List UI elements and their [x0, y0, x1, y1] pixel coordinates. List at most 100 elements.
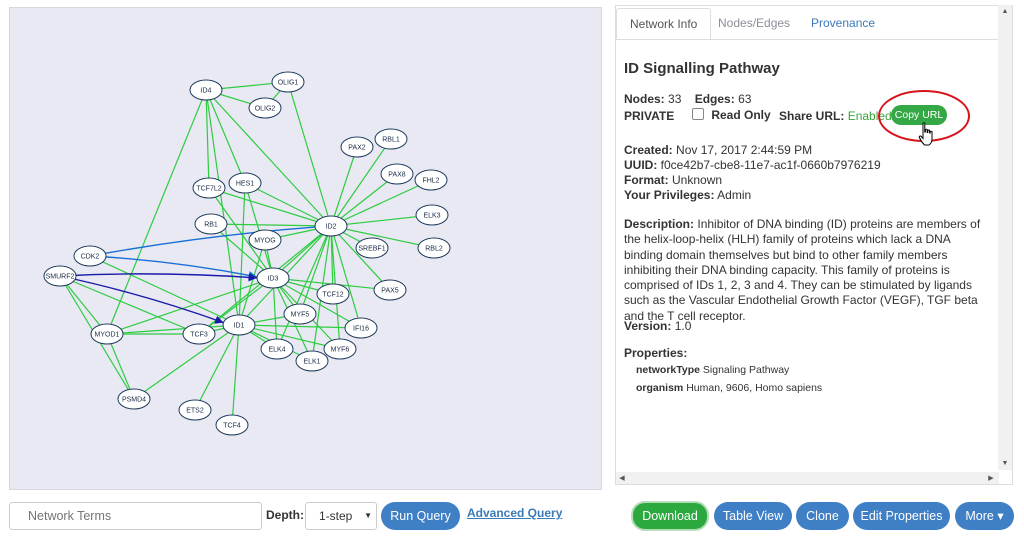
edge-id1-tcf4[interactable]: [231, 324, 240, 426]
network-graph-svg[interactable]: ID4 OLIG1 OLIG2 PAX2 RBL1 PAX8 FHL2 TCF7L2 HES1 E…: [10, 8, 603, 491]
node-id1[interactable]: ID1: [222, 314, 256, 336]
node-label: RB1: [204, 222, 218, 229]
node-myf5[interactable]: MYF5: [283, 303, 317, 325]
version-row: Version: 1.0: [624, 319, 691, 333]
edge-id2-ifi16[interactable]: [330, 225, 362, 329]
depth-select[interactable]: 1-step ▼: [305, 502, 377, 530]
node-id4[interactable]: ID4: [189, 79, 223, 101]
edit-properties-button[interactable]: Edit Properties: [853, 502, 950, 530]
node-tcf12[interactable]: TCF12: [316, 283, 350, 305]
edge-smurf2-tcf3[interactable]: [59, 275, 200, 335]
privileges-value: Admin: [717, 188, 752, 202]
node-tcf4[interactable]: TCF4: [215, 414, 249, 436]
node-elk1[interactable]: ELK1: [295, 350, 329, 372]
advanced-query-link[interactable]: Advanced Query: [467, 506, 562, 520]
node-pax2[interactable]: PAX2: [340, 136, 374, 158]
node-myf6[interactable]: MYF6: [323, 338, 357, 360]
uuid-value: f0ce42b7-cbe8-11e7-ac1f-0660b7976219: [660, 158, 881, 172]
edge-id1-ifi16[interactable]: [238, 324, 362, 329]
description-text: Inhibitor of DNA binding (ID) proteins a…: [624, 217, 981, 323]
property-key: networkType: [636, 364, 700, 376]
node-pax5[interactable]: PAX5: [373, 279, 407, 301]
node-psmd4[interactable]: PSMD4: [117, 388, 151, 410]
node-smurf2[interactable]: SMURF2: [43, 265, 77, 287]
horizontal-scrollbar[interactable]: ◀ ▶: [616, 472, 999, 484]
run-query-button[interactable]: Run Query: [381, 502, 460, 530]
node-label: TCF4: [223, 423, 241, 430]
edge-smurf2-id3[interactable]: [59, 273, 258, 282]
node-elk4[interactable]: ELK4: [260, 338, 294, 360]
tab-network-info[interactable]: Network Info: [616, 8, 712, 39]
node-label: OLIG2: [255, 106, 276, 113]
privileges-label: Your Privileges:: [624, 188, 715, 202]
node-tcf3[interactable]: TCF3: [182, 323, 216, 345]
node-pax8[interactable]: PAX8: [380, 163, 414, 185]
vertical-scrollbar[interactable]: ▲ ▼: [998, 5, 1012, 470]
depth-value: 1-step: [319, 509, 353, 523]
edge-rb1-id2[interactable]: [210, 223, 332, 227]
node-myog[interactable]: MYOG: [248, 229, 282, 251]
node-hes1[interactable]: HES1: [228, 172, 262, 194]
node-id2[interactable]: ID2: [314, 215, 348, 237]
download-button[interactable]: Download: [631, 501, 709, 531]
more-button[interactable]: More ▾: [955, 502, 1014, 530]
read-only-row: Read Only: [692, 108, 771, 122]
property-value: Human, 9606, Homo sapiens: [686, 382, 823, 394]
node-fhl2[interactable]: FHL2: [414, 169, 448, 191]
visibility-row: PRIVATE: [624, 109, 674, 123]
node-cdk2[interactable]: CDK2: [73, 245, 107, 267]
nodes-label: Nodes:: [624, 92, 665, 106]
scroll-right-icon[interactable]: ▶: [987, 474, 995, 482]
node-label: RBL1: [382, 137, 400, 144]
node-label: FHL2: [422, 178, 439, 185]
clone-button[interactable]: Clone: [796, 502, 849, 530]
node-rbl1[interactable]: RBL1: [374, 128, 408, 150]
read-only-checkbox[interactable]: [692, 108, 704, 120]
node-ifi16[interactable]: IFI16: [344, 317, 378, 339]
node-id3[interactable]: ID3: [256, 267, 290, 289]
node-myod1[interactable]: MYOD1: [90, 323, 124, 345]
node-label: MYOD1: [95, 332, 120, 339]
node-tcf7l2[interactable]: TCF7L2: [192, 177, 226, 199]
scroll-down-icon[interactable]: ▼: [998, 460, 1012, 467]
edge-id2-pax2[interactable]: [330, 146, 358, 227]
share-url-status: Enabled: [847, 109, 892, 123]
table-view-button[interactable]: Table View: [714, 502, 792, 530]
node-rb1[interactable]: RB1: [194, 213, 228, 235]
node-label: CDK2: [81, 254, 100, 261]
network-graph-canvas[interactable]: ID4 OLIG1 OLIG2 PAX2 RBL1 PAX8 FHL2 TCF7L2 HES1 E…: [9, 7, 602, 490]
node-label: ETS2: [186, 408, 204, 415]
format-label: Format:: [624, 173, 669, 187]
node-label: SMURF2: [46, 274, 75, 281]
edge-tcf7l2-id2[interactable]: [208, 187, 332, 227]
node-label: ID2: [326, 224, 337, 231]
share-url-row: Share URL: Enabled: [779, 109, 892, 123]
node-olig2[interactable]: OLIG2: [248, 97, 282, 119]
node-olig1[interactable]: OLIG1: [271, 71, 305, 93]
scroll-left-icon[interactable]: ◀: [618, 474, 626, 482]
network-info-panel: Network Info Nodes/Edges Provenance ID S…: [615, 5, 1013, 485]
privileges-row: Your Privileges: Admin: [624, 188, 751, 202]
node-ets2[interactable]: ETS2: [178, 399, 212, 421]
node-label: ID3: [268, 276, 279, 283]
node-label: HES1: [236, 181, 254, 188]
node-label: MYOG: [254, 238, 275, 245]
node-rbl2[interactable]: RBL2: [417, 237, 451, 259]
edge-id4-myod1[interactable]: [106, 89, 207, 335]
tab-nodes-edges[interactable]: Nodes/Edges: [705, 8, 803, 39]
scroll-up-icon[interactable]: ▲: [998, 8, 1012, 15]
edge-olig1-id2[interactable]: [287, 81, 332, 227]
copy-url-button[interactable]: Copy URL: [891, 105, 947, 125]
tab-provenance[interactable]: Provenance: [798, 8, 888, 39]
node-label: ID1: [234, 323, 245, 330]
node-label: ID4: [201, 88, 212, 95]
node-srebf1[interactable]: SREBF1: [355, 237, 389, 259]
network-terms-input[interactable]: [9, 502, 262, 530]
depth-label: Depth:: [266, 508, 304, 522]
created-label: Created:: [624, 143, 673, 157]
edge-id3-elk4[interactable]: [272, 277, 278, 350]
created-value: Nov 17, 2017 2:44:59 PM: [676, 143, 813, 157]
edge-id4-hes1[interactable]: [205, 89, 246, 184]
node-elk3[interactable]: ELK3: [415, 204, 449, 226]
description-label: Description:: [624, 217, 695, 231]
